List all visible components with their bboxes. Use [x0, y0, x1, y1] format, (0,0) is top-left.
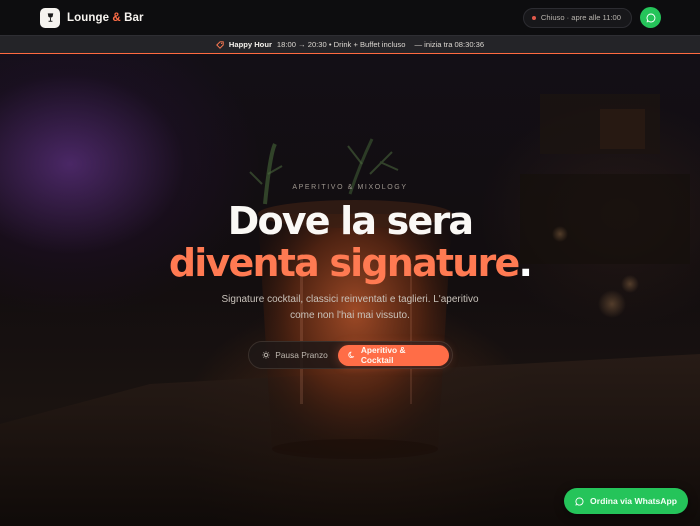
brand-name: Lounge & Bar	[67, 11, 144, 24]
happy-hour-details: 18:00 → 20:30 • Drink + Buffet incluso	[276, 40, 406, 49]
header-actions: Chiuso · apre alle 11:00	[522, 7, 661, 28]
headline-line-1: Dove la sera	[227, 199, 474, 243]
happy-hour-banner: Happy Hour 18:00 → 20:30 • Drink + Buffe…	[0, 35, 700, 54]
status-dot	[531, 15, 536, 20]
opening-status-text: Chiuso · apre alle 11:00	[540, 13, 621, 22]
hero-headline: Dove la sera diventa signature.	[0, 200, 700, 284]
header-whatsapp-button[interactable]	[640, 7, 661, 28]
happy-hour-countdown: — inizia tra 08:30:36	[414, 40, 485, 49]
hero-section: APERITIVO & MIXOLOGY Dove la sera divent…	[0, 54, 700, 526]
headline-dot: .	[518, 241, 532, 285]
site-header: Lounge & Bar Chiuso · apre alle 11:00	[0, 0, 700, 35]
service-mode-toggle: Pausa Pranzo Aperitivo & Cocktail	[248, 341, 453, 369]
cocktail-glass-icon	[40, 7, 60, 28]
moon-icon	[348, 351, 355, 359]
toggle-aperitivo[interactable]: Aperitivo & Cocktail	[338, 344, 449, 366]
order-whatsapp-label: Ordina via WhatsApp	[590, 496, 677, 506]
cocktail-hero-image	[0, 94, 700, 526]
tag-icon	[215, 40, 224, 49]
order-whatsapp-button[interactable]: Ordina via WhatsApp	[564, 488, 688, 514]
whatsapp-icon	[646, 13, 655, 22]
hero-subtext: Signature cocktail, classici reinventati…	[221, 294, 479, 321]
hero-eyebrow: APERITIVO & MIXOLOGY	[292, 184, 408, 191]
whatsapp-icon	[575, 496, 584, 506]
toggle-lunch-label: Pausa Pranzo	[275, 350, 328, 360]
sun-icon	[262, 351, 270, 359]
happy-hour-title: Happy Hour	[228, 40, 272, 49]
brand[interactable]: Lounge & Bar	[40, 7, 144, 28]
headline-line-2-text: diventa signature	[168, 241, 520, 285]
brand-ampersand: &	[112, 11, 121, 24]
toggle-aperitivo-label: Aperitivo & Cocktail	[360, 345, 406, 365]
toggle-lunch-break[interactable]: Pausa Pranzo	[252, 345, 338, 366]
headline-line-2: diventa signature.	[0, 242, 700, 284]
opening-status-badge: Chiuso · apre alle 11:00	[522, 7, 632, 28]
